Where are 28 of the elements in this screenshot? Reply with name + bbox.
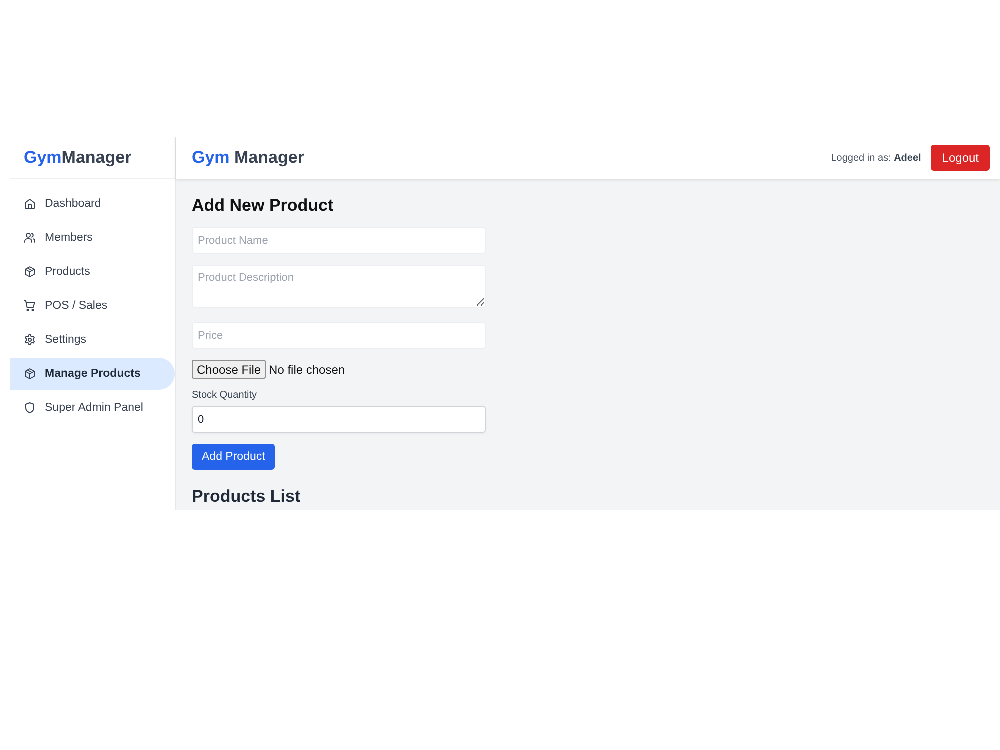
nav-item[interactable]: Settings	[10, 324, 175, 356]
box-icon	[24, 266, 36, 278]
brand-logo: GymManager	[24, 148, 132, 168]
text-area[interactable]: Product Description	[192, 265, 486, 308]
settings-icon	[24, 334, 36, 346]
nav-item[interactable]: Dashboard	[10, 188, 175, 220]
nav-item[interactable]: Super Admin Panel	[10, 392, 175, 424]
app-title: Gym Manager	[192, 148, 304, 168]
choose-file-button[interactable]: Choose File	[192, 360, 266, 379]
home-icon	[24, 198, 36, 210]
shield-icon	[24, 402, 36, 414]
section-title: Products List	[192, 487, 301, 507]
nav-item[interactable]: Products	[10, 256, 175, 288]
form-title: Add New Product	[192, 196, 334, 216]
text-field[interactable]: Price	[192, 322, 486, 349]
field-label: Stock Quantity	[192, 389, 258, 402]
add-product-button[interactable]: Add Product	[192, 444, 276, 470]
logged-in-user: Logged in as: Adeel	[831, 152, 922, 164]
box-icon	[24, 368, 36, 380]
cart-icon	[24, 300, 36, 312]
nav-item[interactable]: Manage Products	[10, 358, 175, 390]
nav-item[interactable]: POS / Sales	[10, 290, 175, 322]
nav-item[interactable]: Members	[10, 222, 175, 254]
text-field[interactable]: Product Name	[192, 227, 486, 254]
people-icon	[24, 232, 36, 244]
file-status: No file chosen	[269, 362, 346, 376]
number-field[interactable]: 0	[192, 406, 486, 433]
logout-button[interactable]: Logout	[931, 145, 990, 171]
